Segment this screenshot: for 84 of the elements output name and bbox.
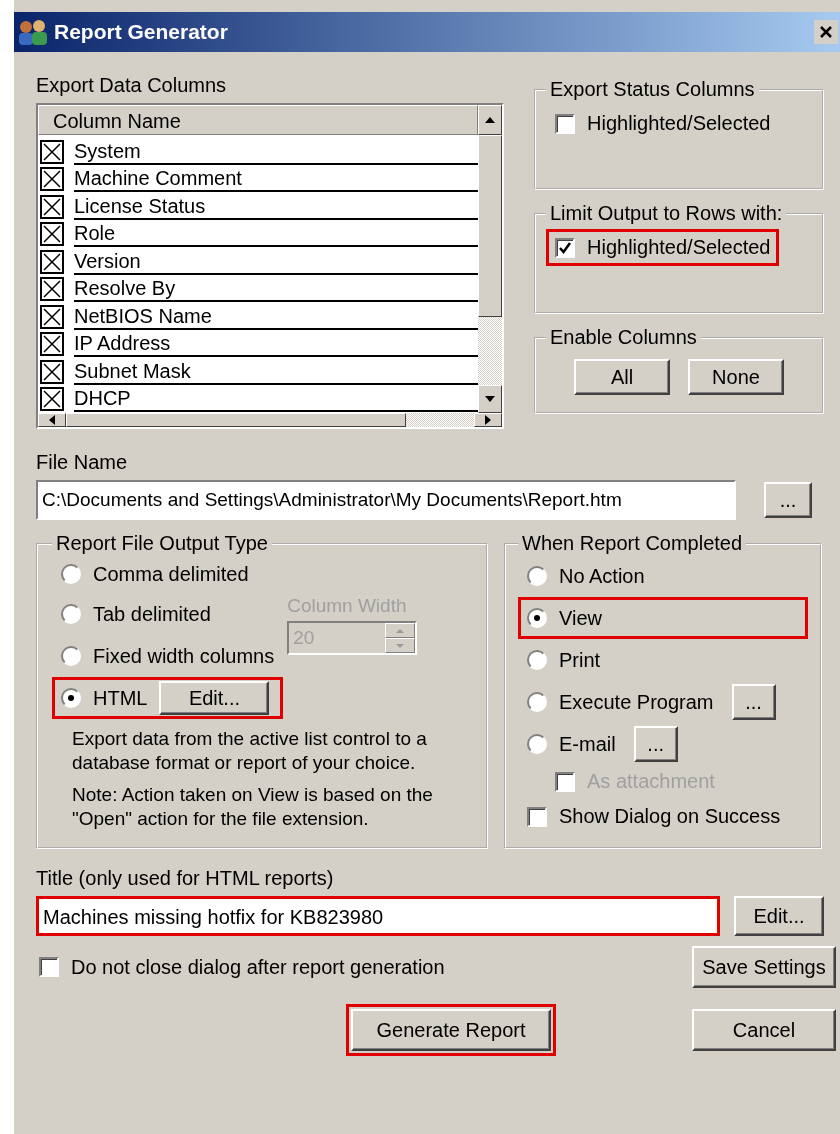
checkbox-label[interactable]: Highlighted/Selected <box>587 112 771 135</box>
scroll-left-button[interactable] <box>38 413 66 427</box>
checkbox[interactable] <box>40 167 64 192</box>
edit-button[interactable]: Edit... <box>159 681 270 715</box>
browse-button[interactable]: ... <box>633 726 678 762</box>
scroll-down-button[interactable] <box>478 385 502 413</box>
arrow-right-icon <box>484 414 492 426</box>
window-title: Report Generator <box>54 20 229 44</box>
save-settings-button[interactable]: Save Settings <box>692 946 836 988</box>
radio-label[interactable]: HTML <box>93 686 148 710</box>
checkbox[interactable] <box>40 249 64 274</box>
field-label: File Name <box>36 451 129 474</box>
radio-button[interactable] <box>527 608 547 628</box>
column-name[interactable]: Resolve By <box>74 276 478 303</box>
checkbox[interactable] <box>555 237 575 258</box>
radio-label[interactable]: Print <box>559 648 601 672</box>
radio-label[interactable]: Execute Program <box>559 690 714 714</box>
note-text: Note: Action taken on View is based on the "Open" action for the file extension. <box>72 783 434 831</box>
checkbox[interactable] <box>40 332 64 357</box>
radio-button[interactable] <box>527 734 547 754</box>
radio-button[interactable] <box>61 688 81 708</box>
description-text: Export data from the active list control to a database format or report of your choice. <box>72 727 428 775</box>
arrow-down-icon <box>484 395 496 403</box>
column-name[interactable]: NetBIOS Name <box>74 303 478 330</box>
radio-button[interactable] <box>61 646 81 666</box>
enable-button[interactable]: None <box>688 359 784 395</box>
generate-report-button[interactable]: Generate Report <box>351 1009 551 1051</box>
field-label: Title (only used for HTML reports) <box>36 867 335 890</box>
column-header[interactable]: Column Name <box>38 105 478 135</box>
radio-button[interactable] <box>61 564 81 584</box>
enable-button[interactable]: All <box>574 359 670 395</box>
column-name[interactable]: Subnet Mask <box>74 358 478 385</box>
checkbox-label[interactable]: Highlighted/Selected <box>587 236 771 259</box>
radio-label[interactable]: No Action <box>559 564 645 588</box>
checkbox-label[interactable]: Show Dialog on Success <box>559 805 781 828</box>
checkbox[interactable] <box>40 359 64 384</box>
column-name[interactable]: Machine Comment <box>74 166 478 193</box>
arrow-up-icon <box>484 116 496 124</box>
radio-label[interactable]: Comma delimited <box>93 562 249 586</box>
scroll-right-button[interactable] <box>474 413 502 427</box>
radio-button[interactable] <box>527 566 547 586</box>
checkbox[interactable] <box>40 304 64 329</box>
radio-label[interactable]: View <box>559 606 602 630</box>
close-button[interactable] <box>814 20 838 44</box>
checkbox[interactable] <box>40 277 64 302</box>
group-label: Export Status Columns <box>549 78 756 101</box>
group-label: When Report Completed <box>521 532 744 555</box>
group-label: Enable Columns <box>549 326 698 349</box>
edit-button[interactable]: Edit... <box>734 896 824 936</box>
vertical-scrollbar[interactable] <box>478 135 502 413</box>
column-name[interactable]: License Status <box>74 193 478 220</box>
scroll-thumb[interactable] <box>66 413 406 427</box>
column-name[interactable]: System <box>74 138 478 165</box>
column-name[interactable]: IP Address <box>74 331 478 358</box>
checkbox[interactable] <box>40 222 64 247</box>
checkbox[interactable] <box>40 139 64 164</box>
title-field[interactable]: Machines missing hotfix for KB823980 <box>36 896 720 936</box>
horizontal-scrollbar[interactable] <box>38 413 502 427</box>
checkbox[interactable] <box>527 806 547 827</box>
column-name[interactable]: Version <box>74 248 478 275</box>
checkbox[interactable] <box>40 387 64 412</box>
column-name[interactable]: Role <box>74 221 478 248</box>
scroll-up-button[interactable] <box>478 105 502 135</box>
checkbox[interactable] <box>39 957 59 977</box>
browse-button[interactable]: ... <box>764 482 812 518</box>
group-label: Limit Output to Rows with: <box>549 202 784 225</box>
radio-label[interactable]: E-mail <box>559 732 616 756</box>
group-label: Report File Output Type <box>55 532 269 555</box>
file-name-field[interactable]: C:\Documents and Settings\Administrator\My Documents\Report.htm <box>36 480 736 520</box>
radio-label[interactable]: Fixed width columns <box>93 644 275 668</box>
arrow-left-icon <box>48 414 56 426</box>
radio-button[interactable] <box>527 692 547 712</box>
cancel-button[interactable]: Cancel <box>692 1009 836 1051</box>
checkbox[interactable] <box>555 113 575 134</box>
people-icon <box>16 18 50 46</box>
scroll-thumb[interactable] <box>478 135 502 317</box>
radio-button[interactable] <box>527 650 547 670</box>
checkbox[interactable] <box>40 194 64 219</box>
browse-button[interactable]: ... <box>731 684 776 720</box>
radio-label[interactable]: Tab delimited <box>93 602 211 626</box>
checkbox-label[interactable]: Do not close dialog after report generation <box>71 955 445 979</box>
radio-button[interactable] <box>61 604 81 624</box>
section-label: Export Data Columns <box>36 74 228 97</box>
close-icon <box>819 25 833 39</box>
